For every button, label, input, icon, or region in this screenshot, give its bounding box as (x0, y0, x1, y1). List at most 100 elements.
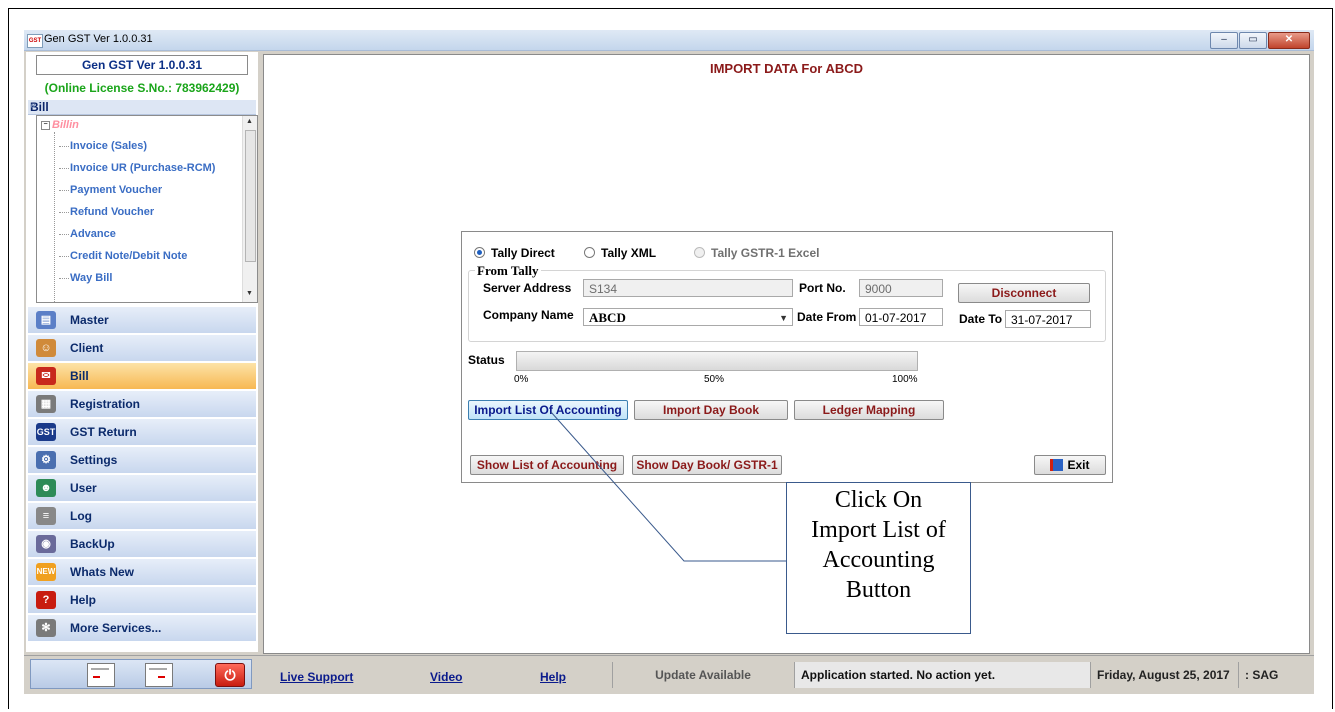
exit-door-icon (1050, 459, 1064, 471)
server-address-field[interactable]: S134 (583, 279, 793, 297)
tree-item-way-bill[interactable]: Way Bill (59, 272, 112, 284)
scroll-thumb[interactable] (245, 130, 256, 262)
page-title: IMPORT DATA For ABCD (709, 61, 864, 76)
menu-item-more-services[interactable]: ✻ More Services... (28, 614, 256, 641)
date-to-field[interactable]: 31-07-2017 (1005, 310, 1091, 328)
chevron-down-icon[interactable]: ▼ (779, 309, 788, 327)
status-progress-bar (516, 351, 918, 371)
menu-item-log[interactable]: ≡ Log (28, 502, 256, 529)
menu-item-user[interactable]: ☻ User (28, 474, 256, 501)
sidebar: Gen GST Ver 1.0.0.31 (Online License S.N… (26, 52, 258, 652)
tree-item-invoice-sales[interactable]: Invoice (Sales) (59, 140, 147, 152)
callout-line-3: Accounting (822, 547, 935, 573)
menu-item-bill[interactable]: ✉ Bill (28, 362, 256, 389)
tree-item-advance[interactable]: Advance (59, 228, 116, 240)
bill-section-header[interactable]: Bill « (28, 100, 256, 115)
callout-line-4: Button (845, 577, 912, 603)
import-list-of-accounting-button[interactable]: Import List Of Accounting (468, 400, 628, 420)
menu-item-whats-new[interactable]: NEW Whats New (28, 558, 256, 585)
settings-icon: ⚙ (36, 451, 56, 469)
window-title: Gen GST Ver 1.0.0.31 (44, 33, 153, 45)
status-user: : SAG (1238, 662, 1301, 688)
radio-unchecked-icon[interactable] (584, 247, 595, 258)
status-label: Status (468, 353, 505, 367)
from-tally-group: From Tally Server Address S134 Port No. … (468, 263, 1106, 342)
registration-icon: ▦ (36, 395, 56, 413)
group-title: From Tally (475, 263, 541, 279)
radio-tally-xml[interactable]: Tally XML (584, 246, 656, 260)
minimize-button[interactable]: – (1210, 32, 1238, 49)
port-field[interactable]: 9000 (859, 279, 943, 297)
live-support-link[interactable]: Live Support (280, 670, 353, 684)
date-from-label: Date From (797, 310, 857, 324)
radio-checked-icon[interactable] (474, 247, 485, 258)
radio-disabled-icon (694, 247, 705, 258)
close-button[interactable]: ✕ (1268, 32, 1310, 49)
menu-item-settings[interactable]: ⚙ Settings (28, 446, 256, 473)
import-dialog: Tally Direct Tally XML Tally GSTR-1 Exce… (461, 231, 1113, 483)
video-link[interactable]: Video (430, 670, 462, 684)
tree-item-payment-voucher[interactable]: Payment Voucher (59, 184, 162, 196)
restore-button[interactable]: ▭ (1239, 32, 1267, 49)
more-services-icon: ✻ (36, 619, 56, 637)
import-day-book-button[interactable]: Import Day Book (634, 400, 788, 420)
brand-version: Gen GST Ver 1.0.0.31 (36, 55, 248, 75)
scroll-up-icon[interactable]: ▲ (246, 118, 253, 125)
bill-tree[interactable]: − Billin Invoice (Sales) Invoice UR (Purc… (36, 115, 258, 303)
update-available[interactable]: Update Available (612, 662, 793, 688)
master-icon: ▤ (36, 311, 56, 329)
status-bar: ⏻ Live Support Video Help Update Availab… (24, 655, 1314, 689)
collapse-box-icon[interactable]: − (41, 120, 50, 130)
quick-buttons: ⏻ (30, 659, 252, 689)
progress-50: 50% (704, 374, 725, 385)
progress-0: 0% (514, 374, 529, 385)
instruction-callout: Click On Import List of Accounting Butto… (786, 482, 971, 634)
progress-100: 100% (892, 374, 918, 385)
menu-item-backup[interactable]: ◉ BackUp (28, 530, 256, 557)
menu-item-registration[interactable]: ▦ Registration (28, 390, 256, 417)
log-icon: ≡ (36, 507, 56, 525)
license-info: (Online License S.No.: 783962429) (44, 81, 240, 95)
user-icon: ☻ (36, 479, 56, 497)
menu-item-gst-return[interactable]: GST GST Return (28, 418, 256, 445)
scroll-down-icon[interactable]: ▼ (246, 290, 253, 297)
date-from-field[interactable]: 01-07-2017 (859, 308, 943, 326)
ledger-mapping-button[interactable]: Ledger Mapping (794, 400, 944, 420)
title-bar[interactable]: GST Gen GST Ver 1.0.0.31 – ▭ ✕ (24, 30, 1314, 51)
tree-item-invoice-ur[interactable]: Invoice UR (Purchase-RCM) (59, 162, 215, 174)
radio-tally-gstr1-excel: Tally GSTR-1 Excel (694, 246, 820, 260)
show-list-of-accounting-button[interactable]: Show List of Accounting (470, 455, 624, 475)
main-menu: ▤ Master ☺ Client ✉ Bill ▦ Registration GST G… (28, 306, 256, 642)
tree-item-refund-voucher[interactable]: Refund Voucher (59, 206, 154, 218)
callout-line-1: Click On (834, 487, 923, 513)
app-window: GST Gen GST Ver 1.0.0.31 – ▭ ✕ Gen GST V… (24, 30, 1314, 694)
whats-new-icon: NEW (36, 563, 56, 581)
status-message: Application started. No action yet. (794, 662, 1091, 688)
help-link[interactable]: Help (540, 670, 566, 684)
company-select[interactable]: ABCD ▼ (583, 308, 793, 326)
status-date: Friday, August 25, 2017 (1090, 662, 1243, 688)
tree-item-credit-debit-note[interactable]: Credit Note/Debit Note (59, 250, 187, 262)
callout-line-2: Import List of (811, 517, 946, 543)
tree-root[interactable]: − Billin (41, 119, 79, 131)
disconnect-button[interactable]: Disconnect (958, 283, 1090, 303)
window-layout-1-icon[interactable] (87, 663, 115, 687)
window-layout-2-icon[interactable] (145, 663, 173, 687)
help-icon: ? (36, 591, 56, 609)
client-icon: ☺ (36, 339, 56, 357)
exit-button[interactable]: Exit (1034, 455, 1106, 475)
show-day-book-button[interactable]: Show Day Book/ GSTR-1 (632, 455, 782, 475)
menu-item-master[interactable]: ▤ Master (28, 306, 256, 333)
company-name-label: Company Name (483, 308, 574, 322)
gst-return-icon: GST (36, 423, 56, 441)
port-label: Port No. (799, 281, 846, 295)
radio-tally-direct[interactable]: Tally Direct (474, 246, 555, 260)
server-address-label: Server Address (483, 281, 572, 295)
backup-icon: ◉ (36, 535, 56, 553)
power-icon[interactable]: ⏻ (215, 663, 245, 687)
menu-item-client[interactable]: ☺ Client (28, 334, 256, 361)
tree-scrollbar[interactable]: ▲ ▼ (242, 116, 257, 302)
bill-icon: ✉ (36, 367, 56, 385)
collapse-icon[interactable]: « (30, 100, 252, 112)
menu-item-help[interactable]: ? Help (28, 586, 256, 613)
